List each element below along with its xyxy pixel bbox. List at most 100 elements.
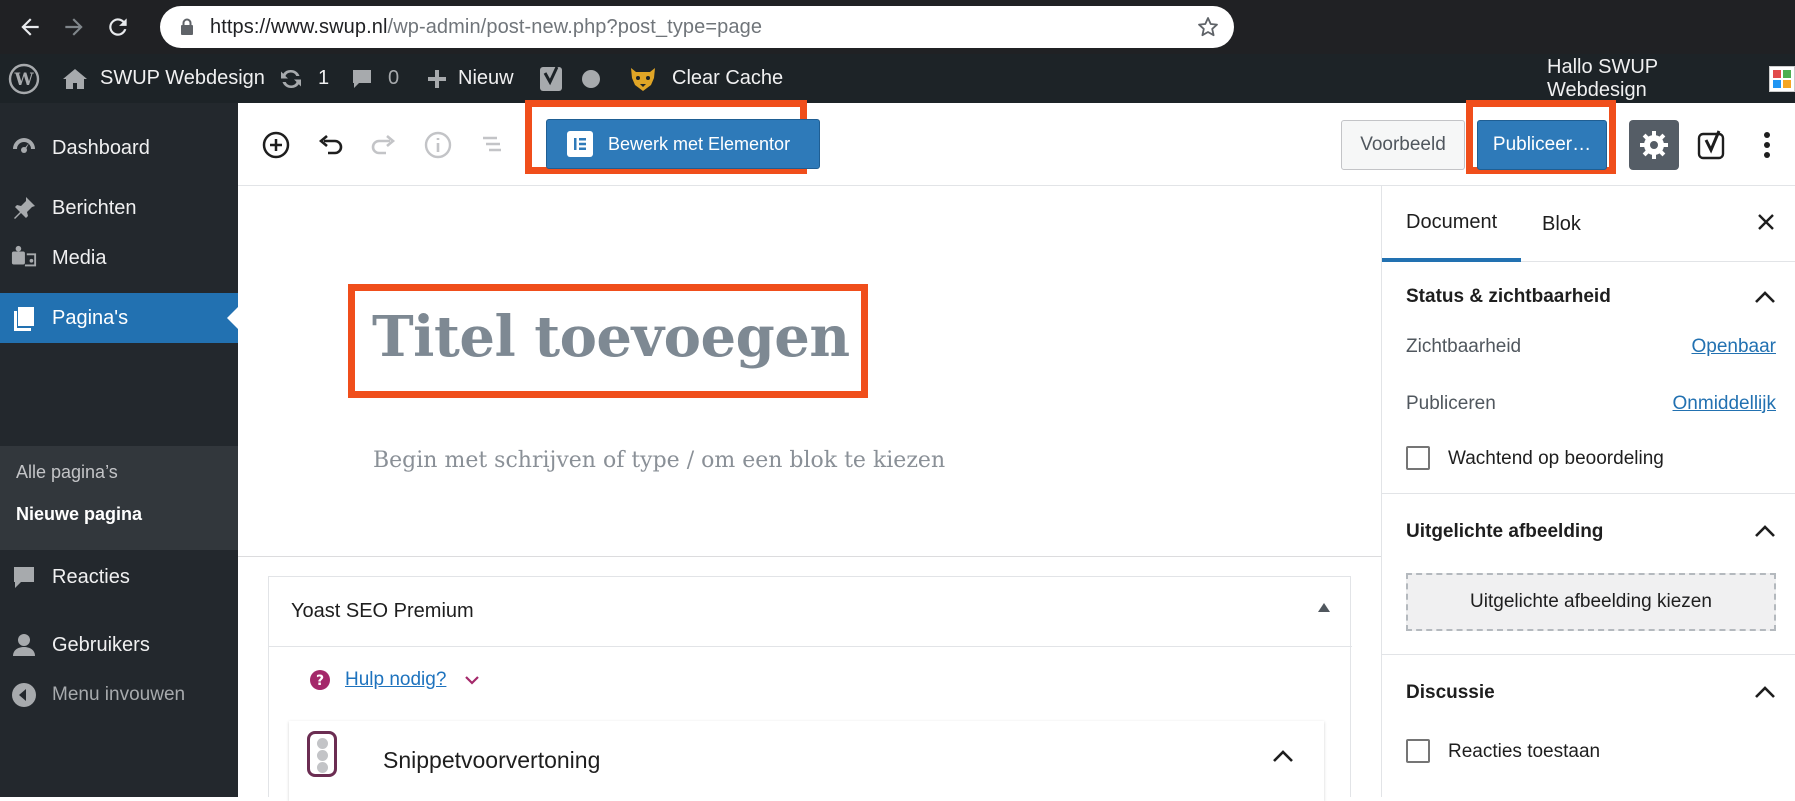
panel-title[interactable]: Status & zichtbaarheid: [1406, 286, 1611, 308]
elementor-icon: [567, 131, 593, 157]
comments-link[interactable]: 0: [350, 54, 399, 103]
menu-item-label: Dashboard: [52, 136, 150, 159]
publish-date-label: Publiceren: [1406, 393, 1496, 414]
publish-button-label: Publiceer…: [1492, 134, 1592, 155]
menu-collapse-button[interactable]: Menu invouwen: [0, 670, 238, 720]
post-title-input[interactable]: Titel toevoegen: [372, 304, 850, 370]
chevron-up-icon[interactable]: [1272, 749, 1294, 763]
menu-item-label: Berichten: [52, 196, 137, 219]
help-link[interactable]: Hulp nodig?: [345, 669, 446, 691]
undo-icon[interactable]: [312, 127, 348, 163]
help-toggle[interactable]: ? Hulp nodig?: [309, 669, 480, 691]
reload-icon[interactable]: [96, 5, 140, 49]
editor-header: Bewerk met Elementor Voorbeeld Publiceer…: [238, 100, 1795, 186]
yoast-metabox-title: Yoast SEO Premium: [291, 600, 474, 622]
forward-icon[interactable]: [52, 5, 96, 49]
close-icon[interactable]: [1754, 210, 1778, 234]
my-account-link[interactable]: Hallo SWUP Webdesign: [1547, 54, 1795, 103]
featured-image-button-label: Uitgelichte afbeelding kiezen: [1470, 591, 1712, 612]
pending-review-checkbox[interactable]: [1406, 446, 1430, 470]
comments-icon: [11, 564, 37, 590]
content-divider: [238, 556, 1381, 557]
menu-item-label: Menu invouwen: [52, 684, 186, 705]
chevron-up-icon[interactable]: [1754, 290, 1776, 304]
submenu-all-pages[interactable]: Alle pagina’s: [16, 462, 118, 483]
comments-count: 0: [388, 67, 400, 89]
cheetah-icon: [631, 67, 655, 91]
users-icon: [11, 632, 37, 658]
chevron-down-icon: [465, 676, 480, 685]
menu-item-label: Pagina's: [52, 306, 129, 329]
pending-review-label: Wachtend op beoordeling: [1448, 448, 1664, 469]
preview-button-label: Voorbeeld: [1360, 134, 1446, 155]
pin-icon: [11, 195, 37, 221]
menu-item-comments[interactable]: Reacties: [0, 552, 238, 602]
more-options-icon[interactable]: [1752, 123, 1782, 167]
menu-item-label: Gebruikers: [52, 633, 150, 656]
default-block-appender[interactable]: Begin met schrijven of type / om een blo…: [373, 448, 945, 473]
preview-button[interactable]: Voorbeeld: [1341, 120, 1465, 170]
menu-item-media[interactable]: Media: [0, 233, 238, 283]
elementor-button-label: Bewerk met Elementor: [608, 133, 791, 154]
yoast-metabox-header[interactable]: Yoast SEO Premium: [269, 577, 1352, 647]
edit-with-elementor-button[interactable]: Bewerk met Elementor: [546, 119, 820, 169]
allow-comments-label: Reacties toestaan: [1448, 741, 1601, 762]
status-visibility-panel: Status & zichtbaarheid Zichtbaarheid Ope…: [1382, 262, 1795, 494]
panel-title[interactable]: Uitgelichte afbeelding: [1406, 521, 1603, 543]
comment-bubble-icon: [353, 69, 371, 88]
url-text: https://www.swup.nl/wp-admin/post-new.ph…: [210, 15, 763, 38]
set-featured-image-button[interactable]: Uitgelichte afbeelding kiezen: [1406, 573, 1776, 631]
panel-title[interactable]: Discussie: [1406, 682, 1495, 704]
allow-comments-checkbox[interactable]: [1406, 739, 1430, 763]
settings-sidebar: Document Blok Status & zichtbaarheid Zic…: [1381, 186, 1795, 797]
redo-icon[interactable]: [366, 127, 402, 163]
chevron-up-icon[interactable]: [1754, 524, 1776, 538]
new-content-link[interactable]: Nieuw: [426, 54, 514, 103]
wp-admin-bar: W SWUP Webdesign 1 0 Nieuw Clear Cache H…: [0, 54, 1795, 103]
info-icon[interactable]: [420, 127, 456, 163]
updates-link[interactable]: 1: [278, 54, 329, 103]
site-name-link[interactable]: SWUP Webdesign: [62, 54, 265, 103]
updates-icon: [281, 69, 301, 88]
clear-cache-link[interactable]: Clear Cache: [628, 54, 783, 103]
featured-image-panel: Uitgelichte afbeelding Uitgelichte afbee…: [1382, 494, 1795, 655]
updates-count: 1: [318, 67, 330, 89]
menu-item-pages[interactable]: Pagina's: [0, 293, 238, 343]
tab-document[interactable]: Document: [1382, 186, 1522, 262]
sidebar-tabs: Document Blok: [1382, 186, 1795, 262]
pages-submenu: Alle pagina’s Nieuwe pagina: [0, 446, 238, 550]
status-dot-icon[interactable]: [582, 54, 600, 103]
home-icon: [63, 68, 87, 89]
publish-button[interactable]: Publiceer…: [1477, 120, 1607, 170]
settings-button[interactable]: [1629, 120, 1679, 170]
address-bar[interactable]: https://www.swup.nl/wp-admin/post-new.ph…: [160, 6, 1234, 48]
publish-date-toggle[interactable]: Onmiddellijk: [1673, 393, 1776, 415]
new-label: Nieuw: [458, 67, 514, 89]
visibility-toggle[interactable]: Openbaar: [1691, 336, 1776, 358]
yoast-sidebar-icon[interactable]: [1693, 123, 1733, 167]
collapse-arrow-icon[interactable]: [1318, 603, 1330, 612]
add-block-icon[interactable]: [258, 127, 294, 163]
discussion-panel: Discussie Reacties toestaan: [1382, 655, 1795, 797]
svg-text:W: W: [13, 70, 34, 90]
yoast-adminbar-icon[interactable]: [539, 54, 565, 103]
menu-item-dashboard[interactable]: Dashboard: [0, 123, 238, 173]
browser-toolbar: https://www.swup.nl/wp-admin/post-new.ph…: [0, 0, 1795, 54]
plus-icon: [428, 69, 446, 88]
back-icon[interactable]: [8, 5, 52, 49]
editor-canvas: Titel toevoegen Begin met schrijven of t…: [238, 186, 1381, 801]
bookmark-star-icon[interactable]: [1196, 15, 1220, 39]
avatar: [1769, 65, 1795, 92]
snippet-preview-label: Snippetvoorvertoning: [383, 747, 601, 773]
menu-item-users[interactable]: Gebruikers: [0, 620, 238, 670]
svg-text:?: ?: [316, 673, 324, 689]
menu-item-posts[interactable]: Berichten: [0, 183, 238, 233]
submenu-new-page[interactable]: Nieuwe pagina: [16, 504, 142, 525]
block-navigation-icon[interactable]: [474, 127, 510, 163]
tab-block[interactable]: Blok: [1542, 186, 1581, 262]
chevron-up-icon[interactable]: [1754, 685, 1776, 699]
snippet-preview-section[interactable]: Snippetvoorvertoning: [289, 721, 1324, 801]
traffic-light-icon: [307, 731, 337, 777]
admin-menu: Dashboard Berichten Media Pagina's Alle …: [0, 103, 238, 797]
wordpress-logo-icon[interactable]: W: [8, 54, 40, 103]
